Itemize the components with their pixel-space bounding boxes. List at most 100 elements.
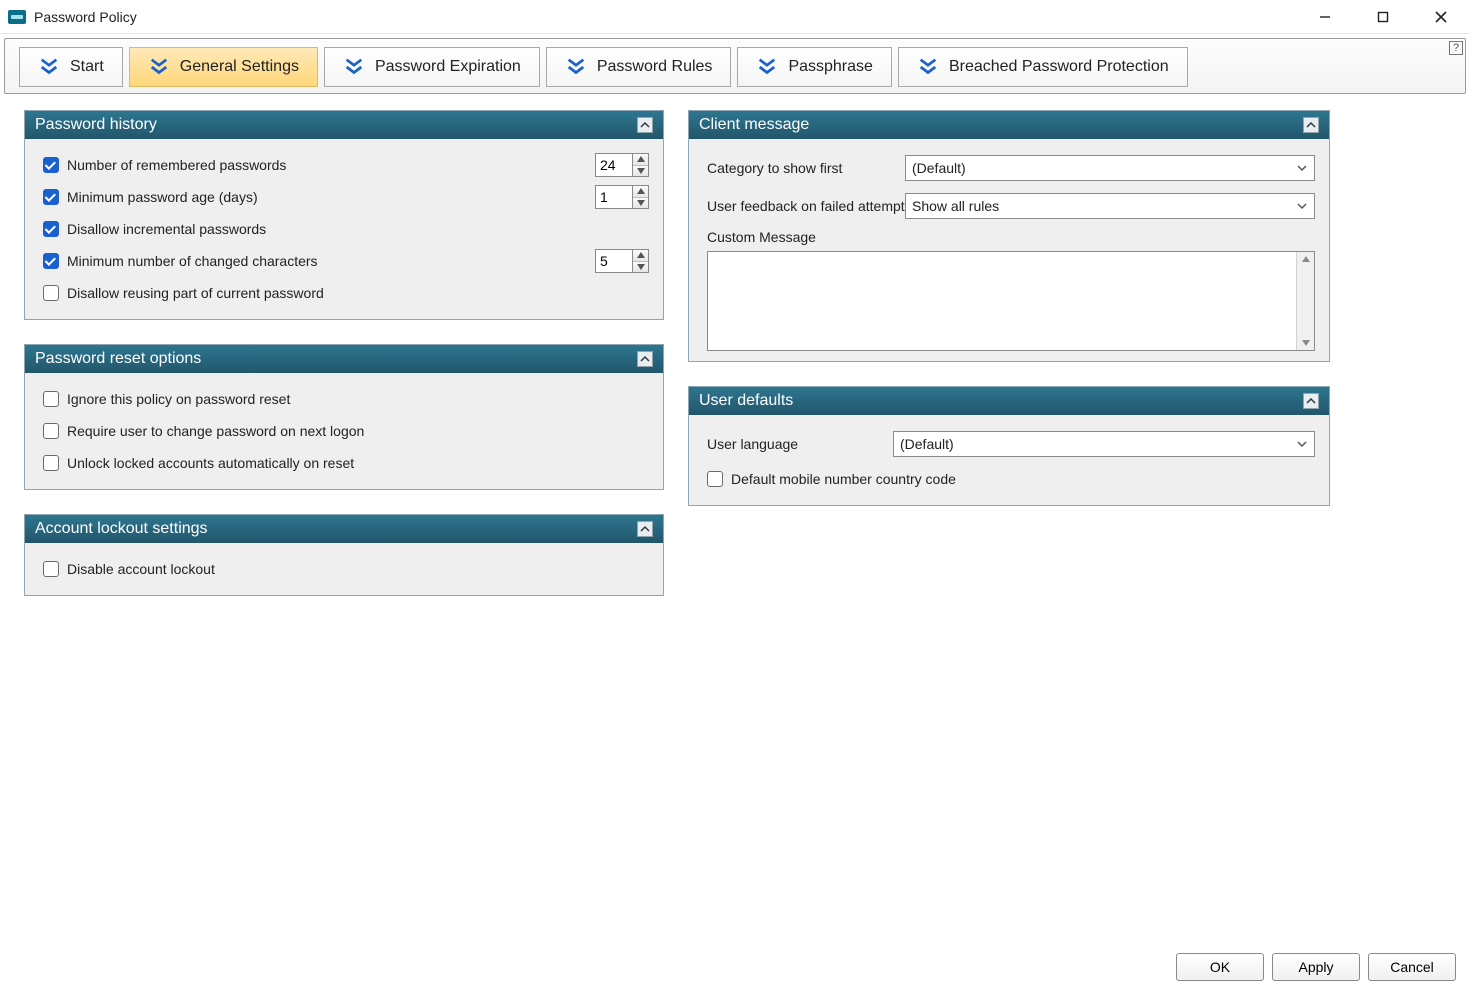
checkbox-require-change[interactable]: [43, 423, 59, 439]
checkbox-ignore-policy[interactable]: [43, 391, 59, 407]
tab-expiration-label: Password Expiration: [375, 58, 521, 76]
chevron-down-icon: [1296, 162, 1308, 174]
group-body-lockout: Disable account lockout: [25, 543, 663, 595]
checkbox-disallow-reuse[interactable]: [43, 285, 59, 301]
label-feedback: User feedback on failed attempt: [707, 198, 905, 214]
row-min-age: Minimum password age (days): [43, 181, 649, 213]
row-disable-lockout: Disable account lockout: [43, 553, 649, 585]
checkbox-disable-lockout[interactable]: [43, 561, 59, 577]
label-unlock-accounts: Unlock locked accounts automatically on …: [67, 455, 354, 471]
right-column: Client message Category to show first (D…: [688, 110, 1330, 620]
tab-password-expiration[interactable]: Password Expiration: [324, 47, 540, 87]
chevrons-icon: [756, 56, 778, 78]
group-lockout: Account lockout settings Disable account…: [24, 514, 664, 596]
label-disallow-reuse: Disallow reusing part of current passwor…: [67, 285, 324, 301]
row-feedback: User feedback on failed attempt Show all…: [707, 187, 1315, 225]
spin-buttons: [632, 250, 648, 272]
select-category-value: (Default): [912, 160, 966, 176]
spinner-min-changed: [595, 249, 649, 273]
group-header-user-defaults: User defaults: [689, 387, 1329, 415]
group-body-user-defaults: User language (Default) Default mobile n…: [689, 415, 1329, 505]
label-min-age: Minimum password age (days): [67, 189, 258, 205]
chevron-up-icon: [640, 354, 650, 364]
group-password-history: Password history Number of remembered pa…: [24, 110, 664, 320]
caret-up-icon: [637, 156, 645, 162]
tab-start[interactable]: Start: [19, 47, 123, 87]
collapse-button[interactable]: [637, 521, 653, 537]
row-country-code: Default mobile number country code: [707, 463, 1315, 495]
spinner-remembered: [595, 153, 649, 177]
label-category: Category to show first: [707, 160, 905, 176]
tab-passphrase[interactable]: Passphrase: [737, 47, 892, 87]
checkbox-min-changed[interactable]: [43, 253, 59, 269]
row-disallow-incremental: Disallow incremental passwords: [43, 213, 649, 245]
spin-buttons: [632, 186, 648, 208]
checkbox-country-code[interactable]: [707, 471, 723, 487]
row-disallow-reuse: Disallow reusing part of current passwor…: [43, 277, 649, 309]
chevron-down-icon: [1296, 438, 1308, 450]
select-user-language[interactable]: (Default): [893, 431, 1315, 457]
ok-button[interactable]: OK: [1176, 953, 1264, 981]
collapse-button[interactable]: [637, 351, 653, 367]
checkbox-unlock-accounts[interactable]: [43, 455, 59, 471]
collapse-button[interactable]: [1303, 117, 1319, 133]
row-category: Category to show first (Default): [707, 149, 1315, 187]
row-ignore-policy: Ignore this policy on password reset: [43, 383, 649, 415]
minimize-button[interactable]: [1296, 0, 1354, 34]
checkbox-remembered[interactable]: [43, 157, 59, 173]
group-header-client: Client message: [689, 111, 1329, 139]
chevron-up-icon: [640, 120, 650, 130]
help-button[interactable]: ?: [1449, 41, 1463, 55]
spin-up[interactable]: [633, 250, 648, 262]
checkbox-min-age[interactable]: [43, 189, 59, 205]
group-header-history: Password history: [25, 111, 663, 139]
tab-start-label: Start: [70, 58, 104, 76]
close-button[interactable]: [1412, 0, 1470, 34]
window-title: Password Policy: [34, 9, 137, 25]
textarea-scrollbar[interactable]: [1296, 252, 1314, 350]
group-body-reset: Ignore this policy on password reset Req…: [25, 373, 663, 489]
label-min-changed: Minimum number of changed characters: [67, 253, 318, 269]
tab-breached[interactable]: Breached Password Protection: [898, 47, 1188, 87]
row-user-language: User language (Default): [707, 425, 1315, 463]
tab-general-settings[interactable]: General Settings: [129, 47, 318, 87]
chevrons-icon: [343, 56, 365, 78]
maximize-icon: [1377, 11, 1389, 23]
select-category[interactable]: (Default): [905, 155, 1315, 181]
select-feedback-value: Show all rules: [912, 198, 999, 214]
tab-general-label: General Settings: [180, 58, 299, 76]
tab-password-rules[interactable]: Password Rules: [546, 47, 732, 87]
spin-down[interactable]: [633, 262, 648, 273]
chevron-up-icon: [1306, 120, 1316, 130]
input-min-age[interactable]: [596, 186, 632, 208]
group-title-reset: Password reset options: [35, 350, 201, 368]
cancel-button[interactable]: Cancel: [1368, 953, 1456, 981]
collapse-button[interactable]: [637, 117, 653, 133]
chevrons-icon: [917, 56, 939, 78]
caret-up-icon: [637, 188, 645, 194]
collapse-button[interactable]: [1303, 393, 1319, 409]
tab-rules-label: Password Rules: [597, 58, 713, 76]
spin-up[interactable]: [633, 154, 648, 166]
caret-down-icon: [1301, 338, 1311, 348]
checkbox-disallow-incremental[interactable]: [43, 221, 59, 237]
custom-message-input[interactable]: [708, 252, 1296, 350]
spin-up[interactable]: [633, 186, 648, 198]
group-title-client: Client message: [699, 116, 809, 134]
content-area: Password history Number of remembered pa…: [0, 98, 1470, 620]
label-remembered: Number of remembered passwords: [67, 157, 286, 173]
input-remembered[interactable]: [596, 154, 632, 176]
select-feedback[interactable]: Show all rules: [905, 193, 1315, 219]
group-body-client: Category to show first (Default) User fe…: [689, 139, 1329, 361]
label-user-language: User language: [707, 436, 893, 452]
chevron-up-icon: [640, 524, 650, 534]
group-user-defaults: User defaults User language (Default) De…: [688, 386, 1330, 506]
maximize-button[interactable]: [1354, 0, 1412, 34]
close-icon: [1435, 11, 1447, 23]
apply-button[interactable]: Apply: [1272, 953, 1360, 981]
label-ignore-policy: Ignore this policy on password reset: [67, 391, 290, 407]
spin-down[interactable]: [633, 166, 648, 177]
spin-down[interactable]: [633, 198, 648, 209]
input-min-changed[interactable]: [596, 250, 632, 272]
window-controls: [1296, 0, 1470, 34]
